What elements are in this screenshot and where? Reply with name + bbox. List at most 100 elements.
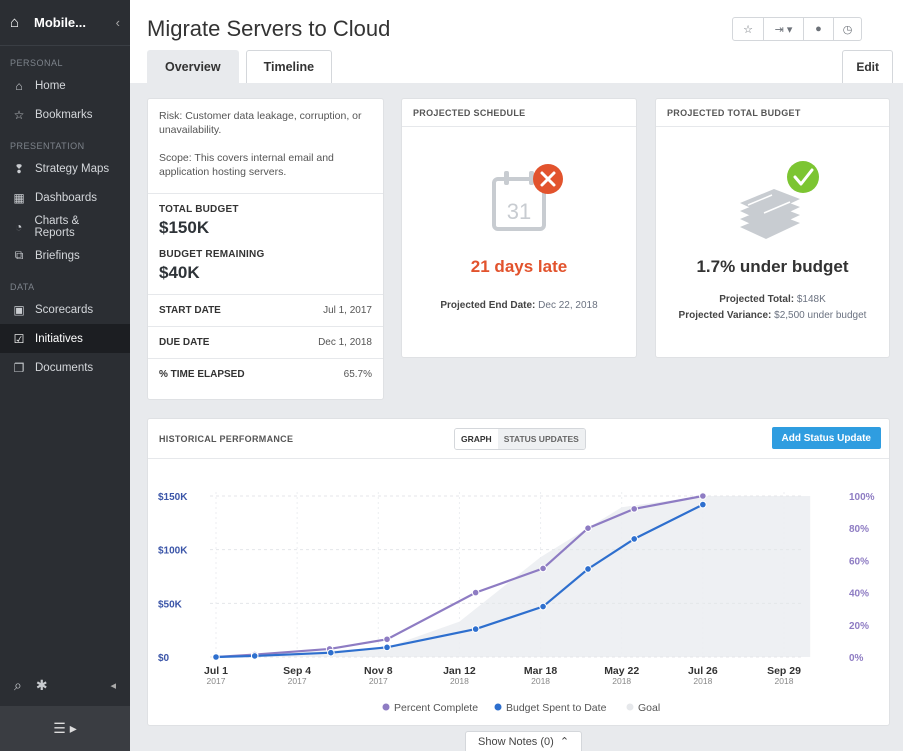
data-point xyxy=(539,564,547,573)
graph-view-button[interactable]: GRAPH xyxy=(455,429,498,449)
sidebar-item-bookmarks[interactable]: ☆ Bookmarks xyxy=(0,100,130,129)
data-point xyxy=(699,500,707,509)
data-point xyxy=(471,588,480,597)
sidebar-section-heading: PRESENTATION xyxy=(10,141,85,151)
projected-schedule-card: PROJECTED SCHEDULE 31 21 days late Proje… xyxy=(401,98,637,358)
legend-marker xyxy=(494,703,502,711)
export-button[interactable]: ⇥ ▾ xyxy=(763,18,803,40)
x-tick-year: 2017 xyxy=(207,676,226,686)
sidebar-item-documents[interactable]: ❐ Documents xyxy=(0,353,130,382)
legend-marker xyxy=(382,703,390,711)
scorecard-icon: ▣ xyxy=(13,302,25,317)
time-elapsed-label: % TIME ELAPSED xyxy=(159,369,245,380)
sidebar-item-label: Dashboards xyxy=(35,191,98,204)
total-budget-value: $150K xyxy=(159,218,210,237)
due-date-row: DUE DATE Dec 1, 2018 xyxy=(148,326,383,358)
sidebar-item-briefings[interactable]: ⧉ Briefings xyxy=(0,241,130,270)
sidebar-item-label: Briefings xyxy=(35,249,80,262)
performance-chart: $0$50K$100K$150K0%20%40%60%80%100%Jul 12… xyxy=(158,492,875,714)
page-title: Migrate Servers to Cloud xyxy=(147,16,391,41)
data-point xyxy=(630,535,638,543)
end-date-label: Projected End Date: xyxy=(440,300,536,311)
building-icon: ⌂ xyxy=(10,14,20,31)
header-toolbar: ☆ ⇥ ▾ ● ◷ xyxy=(732,17,862,41)
show-notes-button[interactable]: Show Notes (0) ⌃ xyxy=(465,731,583,751)
sidebar-item-dashboards[interactable]: ▦ Dashboards xyxy=(0,183,130,212)
schedule-illustration: 31 xyxy=(402,127,636,257)
view-toggle: GRAPH STATUS UPDATES xyxy=(454,428,586,450)
data-point xyxy=(630,505,638,513)
y-right-tick-label: 80% xyxy=(849,524,869,535)
x-tick-year: 2018 xyxy=(775,676,794,686)
time-elapsed-row: % TIME ELAPSED 65.7% xyxy=(148,358,383,390)
edit-button[interactable]: Edit xyxy=(842,50,893,83)
page-tabs: Overview Timeline xyxy=(147,50,339,83)
clock-icon: ◷ xyxy=(842,23,853,36)
calendar-late-icon: 31 xyxy=(492,164,563,231)
card-heading: PROJECTED TOTAL BUDGET xyxy=(656,99,889,127)
x-tick-year: 2017 xyxy=(288,676,307,686)
budget-status: 1.7% under budget xyxy=(696,257,849,276)
card-heading: PROJECTED SCHEDULE xyxy=(402,99,636,127)
info-icon: ● xyxy=(815,23,822,35)
tab-overview[interactable]: Overview xyxy=(147,50,239,83)
add-status-update-button[interactable]: Add Status Update xyxy=(771,427,881,449)
sidebar-item-home[interactable]: ⌂ Home xyxy=(0,71,130,100)
due-date-label: DUE DATE xyxy=(159,337,210,348)
budget-remaining-value: $40K xyxy=(159,263,200,282)
menu-icon: ☰ ▸ xyxy=(53,720,77,736)
start-date-value: Jul 1, 2017 xyxy=(323,305,372,316)
x-tick-year: 2017 xyxy=(369,676,388,686)
sidebar-item-initiatives[interactable]: ☑ Initiatives xyxy=(0,324,130,353)
collapse-sidebar-icon[interactable]: ‹ xyxy=(116,15,120,30)
start-date-row: START DATE Jul 1, 2017 xyxy=(148,294,383,326)
star-icon: ☆ xyxy=(743,23,753,36)
sidebar-section-heading: PERSONAL xyxy=(10,58,64,68)
x-tick-year: 2018 xyxy=(693,676,712,686)
sidebar-section-heading: DATA xyxy=(10,282,35,292)
y-right-tick-label: 60% xyxy=(849,556,869,567)
time-elapsed-value: 65.7% xyxy=(343,369,372,380)
history-button[interactable]: ◷ xyxy=(833,18,861,40)
projected-total-label: Projected Total: xyxy=(719,294,795,305)
projected-end-date: Projected End Date: Dec 22, 2018 xyxy=(402,300,636,311)
app-switcher[interactable]: ⌂ Mobile... ‹ xyxy=(0,0,130,46)
gear-icon[interactable]: ✱ xyxy=(36,677,48,694)
sidebar-nav: PERSONAL ⌂ Home ☆ Bookmarks PRESENTATION ❢ Stra… xyxy=(0,46,130,382)
data-point xyxy=(699,492,707,500)
projected-total-value: $148K xyxy=(796,294,826,305)
home-icon: ⌂ xyxy=(15,78,23,93)
status-updates-view-button[interactable]: STATUS UPDATES xyxy=(497,429,585,449)
info-button[interactable]: ● xyxy=(803,18,833,40)
sidebar-item-label: Home xyxy=(35,79,66,92)
chevron-up-icon: ⌃ xyxy=(559,736,570,748)
y-left-tick-label: $50K xyxy=(158,599,183,610)
historical-performance-card: HISTORICAL PERFORMANCE GRAPH STATUS UPDA… xyxy=(147,418,890,726)
description: Risk: Customer data leakage, corruption,… xyxy=(148,99,383,179)
scope-text: Scope: This covers internal email and ap… xyxy=(159,152,334,178)
sidebar-item-strategy-maps[interactable]: ❢ Strategy Maps xyxy=(0,154,130,183)
legend-marker xyxy=(626,703,634,711)
sidebar-tools: ⌕ ✱ ◂ xyxy=(0,665,130,705)
tab-timeline[interactable]: Timeline xyxy=(245,50,333,83)
legend-label: Percent Complete xyxy=(394,702,478,714)
pie-chart-icon: ◔ xyxy=(15,219,23,234)
data-point xyxy=(383,635,391,644)
due-date-value: Dec 1, 2018 xyxy=(318,337,372,348)
budget-illustration xyxy=(656,127,889,257)
sidebar-item-scorecards[interactable]: ▣ Scorecards xyxy=(0,295,130,324)
search-icon[interactable]: ⌕ xyxy=(14,677,22,694)
collapse-icon[interactable]: ◂ xyxy=(110,679,116,692)
y-right-tick-label: 0% xyxy=(849,653,864,664)
sidebar-item-charts-reports[interactable]: ◔ Charts & Reports xyxy=(0,212,130,241)
data-point xyxy=(250,652,259,660)
sidebar-menu-toggle[interactable]: ☰ ▸ xyxy=(0,706,130,751)
legend-label: Budget Spent to Date xyxy=(506,702,607,714)
sidebar-item-label: Charts & Reports xyxy=(34,214,80,239)
sidebar: ⌂ Mobile... ‹ PERSONAL ⌂ Home ☆ Bookmarks PRE… xyxy=(0,0,130,751)
y-left-tick-label: $0 xyxy=(158,653,170,664)
data-point xyxy=(584,524,592,532)
budget-summary: TOTAL BUDGET $150K BUDGET REMAINING $40K xyxy=(148,193,383,283)
export-icon: ⇥ ▾ xyxy=(774,23,793,36)
bookmark-button[interactable]: ☆ xyxy=(733,18,763,40)
